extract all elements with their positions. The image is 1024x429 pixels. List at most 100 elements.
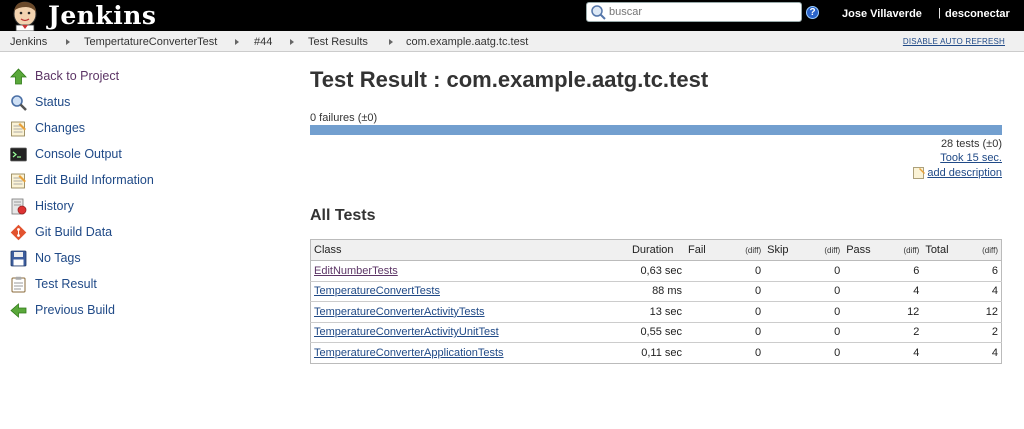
sidebar-item-back-to-project[interactable]: Back to Project	[10, 65, 119, 87]
duration-link[interactable]: Took 15 sec.	[940, 152, 1002, 164]
all-tests-heading: All Tests	[310, 207, 376, 224]
class-cell: EditNumberTests	[310, 260, 629, 281]
jenkins-logo-link[interactable]: Jenkins	[8, 0, 156, 31]
breadcrumb-jenkins[interactable]: Jenkins	[10, 36, 47, 48]
class-cell: TemperatureConverterActivityTests	[310, 301, 629, 322]
skip-cell: 0	[764, 260, 844, 281]
breadcrumb-test-results[interactable]: Test Results	[308, 36, 368, 48]
pass-cell: 4	[843, 342, 923, 363]
search-icon	[589, 3, 607, 21]
table-row: TemperatureConverterActivityUnitTest 0,5…	[310, 321, 1002, 343]
tests-count: 28 tests (±0)	[940, 138, 1002, 150]
duration-cell: 0,63 sec	[628, 260, 686, 281]
sidebar-item-git-build-data[interactable]: Git Build Data	[10, 221, 112, 243]
search-box[interactable]	[586, 2, 802, 22]
total-cell: 2	[922, 321, 1002, 343]
breadcrumb-package[interactable]: com.example.aatg.tc.test	[406, 36, 528, 48]
pass-cell: 4	[843, 280, 923, 302]
header-fail[interactable]: Fail	[685, 239, 722, 261]
sidebar-item-label: Test Result	[35, 277, 97, 291]
header-fail-diff[interactable]: (diff)	[721, 239, 765, 261]
user-name-link[interactable]: Jose Villaverde	[842, 8, 922, 20]
sidebar-item-changes[interactable]: Changes	[10, 117, 85, 139]
header-duration[interactable]: Duration	[628, 239, 686, 261]
fail-cell: 0	[685, 280, 765, 302]
sidebar-item-label: Edit Build Information	[35, 173, 154, 187]
sidebar-item-label: No Tags	[35, 251, 81, 265]
header-total-diff[interactable]: (diff)	[958, 239, 1002, 261]
header-skip-diff[interactable]: (diff)	[800, 239, 844, 261]
sidebar-item-label: Console Output	[35, 147, 122, 161]
breadcrumb-build[interactable]: #44	[254, 36, 272, 48]
table-row: TemperatureConverterActivityTests 13 sec…	[310, 301, 1002, 322]
table-header-row: Class Duration Fail (diff) Skip (diff) P…	[310, 239, 1002, 261]
class-cell: TemperatureConverterActivityUnitTest	[310, 321, 629, 343]
class-link[interactable]: TemperatureConverterActivityUnitTest	[314, 326, 499, 338]
duration-cell: 0,55 sec	[628, 321, 686, 343]
sidebar-item-previous-build[interactable]: Previous Build	[10, 299, 115, 321]
table-row: TemperatureConvertTests 88 ms 0 0 4 4	[310, 280, 1002, 302]
help-icon[interactable]: ?	[806, 6, 819, 19]
pass-cell: 6	[843, 260, 923, 281]
fail-cell: 0	[685, 342, 765, 363]
floppy-save-icon	[10, 250, 27, 267]
pass-cell: 12	[843, 301, 923, 322]
add-description-link[interactable]: add description	[913, 166, 1002, 179]
jenkins-butler-icon	[8, 1, 42, 31]
duration-cell: 88 ms	[628, 280, 686, 302]
class-cell: TemperatureConvertTests	[310, 280, 629, 302]
git-icon	[10, 224, 27, 241]
terminal-icon	[10, 146, 27, 163]
green-up-arrow-icon	[10, 67, 27, 85]
test-progress-bar	[310, 125, 1002, 135]
breadcrumb-arrow-icon	[290, 39, 294, 45]
table-row: EditNumberTests 0,63 sec 0 0 6 6	[310, 260, 1002, 281]
clipboard-icon	[10, 276, 27, 293]
sidebar-item-console-output[interactable]: Console Output	[10, 143, 122, 165]
sidebar-item-test-result[interactable]: Test Result	[10, 273, 97, 295]
test-progress-pass-fill	[310, 125, 1002, 135]
fail-cell: 0	[685, 260, 765, 281]
add-description-label: add description	[927, 166, 1002, 179]
breadcrumb-project[interactable]: TempertatureConverterTest	[84, 36, 217, 48]
sidebar-item-label: Status	[35, 95, 71, 109]
total-cell: 4	[922, 280, 1002, 302]
sidebar-item-no-tags[interactable]: No Tags	[10, 247, 81, 269]
logout-link[interactable]: desconectar	[945, 8, 1010, 20]
class-link[interactable]: TemperatureConverterApplicationTests	[314, 347, 504, 359]
class-link[interactable]: EditNumberTests	[314, 265, 398, 277]
history-icon	[10, 198, 27, 215]
breadcrumb-arrow-icon	[66, 39, 70, 45]
test-results-table: Class Duration Fail (diff) Skip (diff) P…	[310, 239, 1002, 364]
notepad-edit-icon	[10, 172, 27, 189]
duration-cell: 0,11 sec	[628, 342, 686, 363]
pass-cell: 2	[843, 321, 923, 343]
header-class[interactable]: Class	[310, 239, 629, 261]
total-cell: 6	[922, 260, 1002, 281]
skip-cell: 0	[764, 321, 844, 343]
header-total[interactable]: Total	[922, 239, 959, 261]
sidebar-item-status[interactable]: Status	[10, 91, 70, 113]
class-link[interactable]: TemperatureConvertTests	[314, 285, 440, 297]
sidebar-item-history[interactable]: History	[10, 195, 74, 217]
magnifier-icon	[10, 94, 27, 111]
edit-pencil-icon	[913, 166, 926, 179]
fail-cell: 0	[685, 321, 765, 343]
logo-text: Jenkins	[48, 1, 157, 30]
page-title: Test Result : com.example.aatg.tc.test	[310, 67, 709, 92]
breadcrumb-arrow-icon	[235, 39, 239, 45]
header-pass-diff[interactable]: (diff)	[879, 239, 923, 261]
sidebar-item-label: Git Build Data	[35, 225, 113, 239]
fail-cell: 0	[685, 301, 765, 322]
header-pass[interactable]: Pass	[843, 239, 880, 261]
search-input[interactable]	[607, 6, 797, 18]
header-skip[interactable]: Skip	[764, 239, 801, 261]
top-header: Jenkins ? Jose Villaverde | desconectar	[0, 0, 1024, 31]
skip-cell: 0	[764, 301, 844, 322]
skip-cell: 0	[764, 342, 844, 363]
skip-cell: 0	[764, 280, 844, 302]
class-link[interactable]: TemperatureConverterActivityTests	[314, 306, 485, 318]
disable-auto-refresh-link[interactable]: DISABLE AUTO REFRESH	[903, 37, 1005, 46]
sidebar-item-edit-build-information[interactable]: Edit Build Information	[10, 169, 154, 191]
table-row: TemperatureConverterApplicationTests 0,1…	[310, 342, 1002, 363]
